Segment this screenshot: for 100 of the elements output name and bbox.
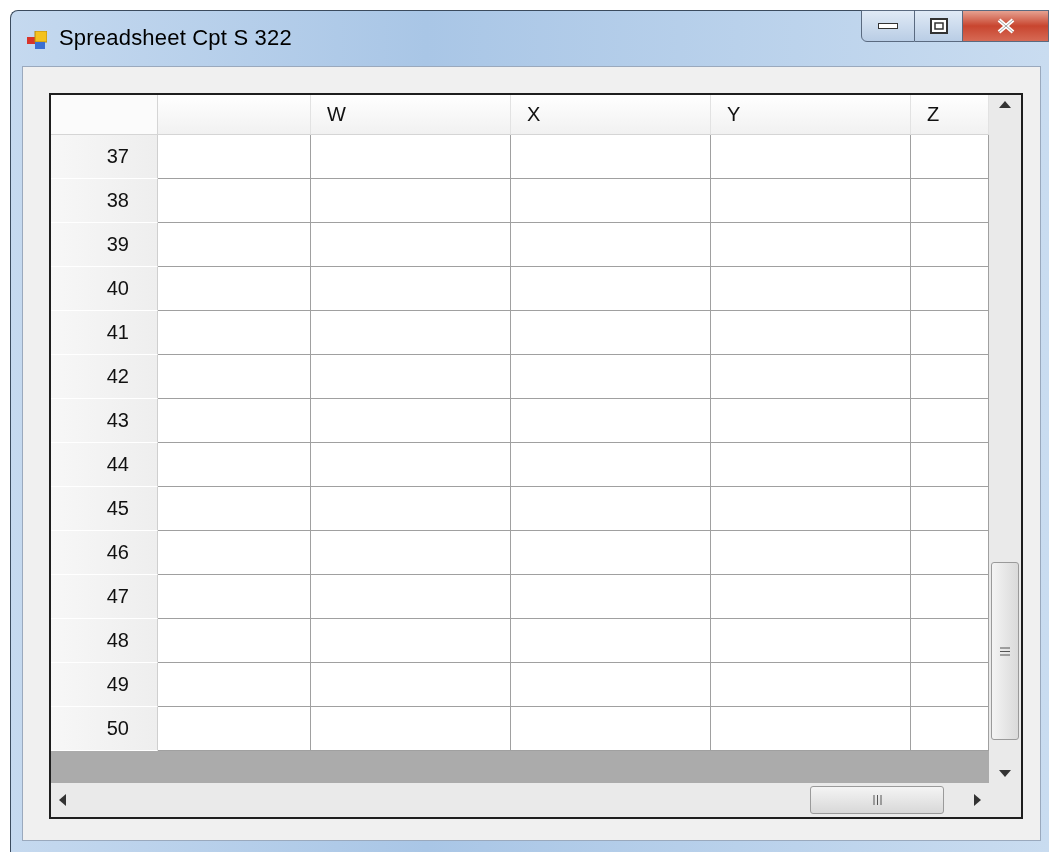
table-cell[interactable] [158,619,311,663]
table-cell[interactable] [311,355,511,399]
scroll-thumb[interactable] [810,786,944,814]
table-cell[interactable] [711,531,911,575]
minimize-button[interactable] [861,10,915,42]
table-cell[interactable] [511,487,711,531]
table-cell[interactable] [158,135,311,179]
table-cell[interactable] [158,179,311,223]
row-header[interactable]: 37 [51,135,158,179]
horizontal-scrollbar[interactable] [51,783,989,817]
table-cell[interactable] [311,267,511,311]
table-cell[interactable] [511,179,711,223]
restore-button[interactable] [915,10,963,42]
table-cell[interactable] [158,443,311,487]
table-cell[interactable] [911,399,989,443]
table-cell[interactable] [511,619,711,663]
row-header[interactable]: 43 [51,399,158,443]
table-cell[interactable] [158,267,311,311]
table-cell[interactable] [311,619,511,663]
table-cell[interactable] [311,179,511,223]
table-cell[interactable] [711,619,911,663]
table-cell[interactable] [311,575,511,619]
table-cell[interactable] [158,575,311,619]
table-cell[interactable] [911,575,989,619]
table-cell[interactable] [511,707,711,751]
column-header[interactable] [158,95,311,135]
row-header[interactable]: 42 [51,355,158,399]
row-header[interactable]: 48 [51,619,158,663]
row-header[interactable]: 44 [51,443,158,487]
table-cell[interactable] [158,707,311,751]
column-header[interactable]: X [511,95,711,135]
table-cell[interactable] [711,355,911,399]
table-cell[interactable] [911,355,989,399]
table-cell[interactable] [311,443,511,487]
table-cell[interactable] [711,179,911,223]
table-cell[interactable] [311,399,511,443]
table-cell[interactable] [158,311,311,355]
down-arrow-icon[interactable] [999,770,1011,777]
table-cell[interactable] [311,663,511,707]
table-cell[interactable] [158,355,311,399]
table-cell[interactable] [511,355,711,399]
row-header[interactable]: 50 [51,707,158,751]
corner-cell[interactable] [51,95,158,135]
right-arrow-icon[interactable] [974,794,981,806]
table-cell[interactable] [711,267,911,311]
table-cell[interactable] [311,223,511,267]
table-cell[interactable] [311,487,511,531]
table-cell[interactable] [511,531,711,575]
table-cell[interactable] [911,707,989,751]
table-cell[interactable] [711,487,911,531]
table-cell[interactable] [311,135,511,179]
table-cell[interactable] [711,223,911,267]
table-cell[interactable] [511,663,711,707]
table-cell[interactable] [511,311,711,355]
table-cell[interactable] [911,311,989,355]
table-cell[interactable] [311,707,511,751]
table-cell[interactable] [911,267,989,311]
table-cell[interactable] [711,707,911,751]
column-header[interactable]: W [311,95,511,135]
table-cell[interactable] [711,575,911,619]
column-header[interactable]: Z [911,95,989,135]
up-arrow-icon[interactable] [999,101,1011,108]
vertical-scrollbar[interactable] [989,95,1021,783]
table-cell[interactable] [911,223,989,267]
close-button[interactable] [963,10,1049,42]
column-header[interactable]: Y [711,95,911,135]
table-cell[interactable] [511,267,711,311]
table-cell[interactable] [711,663,911,707]
row-header[interactable]: 45 [51,487,158,531]
table-cell[interactable] [711,443,911,487]
table-cell[interactable] [511,399,711,443]
left-arrow-icon[interactable] [59,794,66,806]
table-cell[interactable] [911,443,989,487]
table-cell[interactable] [511,443,711,487]
table-cell[interactable] [158,223,311,267]
table-cell[interactable] [311,311,511,355]
row-header[interactable]: 41 [51,311,158,355]
table-cell[interactable] [511,575,711,619]
table-cell[interactable] [911,135,989,179]
scroll-thumb[interactable] [991,562,1019,740]
row-header[interactable]: 40 [51,267,158,311]
table-cell[interactable] [711,399,911,443]
table-cell[interactable] [911,663,989,707]
row-header[interactable]: 46 [51,531,158,575]
table-cell[interactable] [158,663,311,707]
table-cell[interactable] [158,399,311,443]
table-cell[interactable] [711,311,911,355]
table-cell[interactable] [511,135,711,179]
row-header[interactable]: 47 [51,575,158,619]
table-cell[interactable] [158,531,311,575]
table-cell[interactable] [911,179,989,223]
table-cell[interactable] [158,487,311,531]
table-cell[interactable] [911,531,989,575]
table-cell[interactable] [911,487,989,531]
row-header[interactable]: 39 [51,223,158,267]
row-header[interactable]: 38 [51,179,158,223]
table-cell[interactable] [911,619,989,663]
table-cell[interactable] [711,135,911,179]
table-cell[interactable] [511,223,711,267]
row-header[interactable]: 49 [51,663,158,707]
